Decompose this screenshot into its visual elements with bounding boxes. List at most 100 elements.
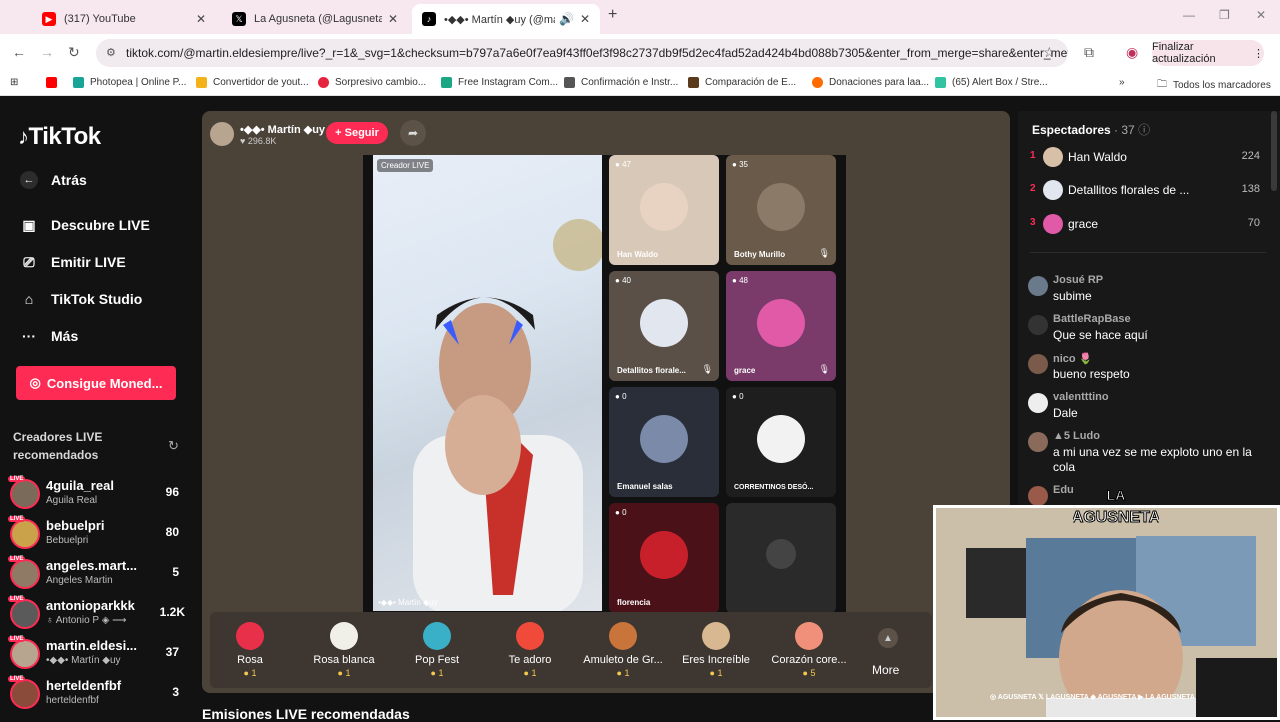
bookmark-youtube-icon[interactable]	[46, 77, 63, 88]
site-info-icon[interactable]: ⚙	[106, 46, 116, 59]
gift-item[interactable]: Pop Fest ● 1	[392, 622, 482, 678]
avatar[interactable]	[1028, 393, 1048, 413]
avatar[interactable]	[1028, 432, 1048, 452]
tab-youtube[interactable]: ▶ (317) YouTube ✕	[32, 4, 216, 34]
tab-tiktok[interactable]: ♪ •◆◆• Martín ◆uy (@mar 🔊 ✕	[412, 4, 600, 34]
top-viewer-row[interactable]: 3 grace 70	[1030, 212, 1266, 236]
empty-guest-slot[interactable]	[726, 503, 836, 613]
all-bookmarks-folder[interactable]: 🗀 Todos los marcadores	[1157, 77, 1271, 94]
gift-item[interactable]: Corazón core... ● 5	[764, 622, 854, 678]
bookmark-item[interactable]: (65) Alert Box / Stre...	[935, 77, 1048, 88]
bookmark-item[interactable]: Donaciones para laa...	[812, 77, 929, 88]
chat-username[interactable]: Josué RP	[1053, 274, 1103, 286]
bookmark-item[interactable]: Confirmación e Instr...	[564, 77, 678, 88]
bookmark-item[interactable]: Photopea | Online P...	[73, 77, 186, 88]
nav-back[interactable]: ← Atrás	[20, 167, 87, 193]
close-icon[interactable]: ✕	[388, 12, 398, 26]
cat-icon	[702, 622, 730, 650]
creator-item[interactable]: LIVE martin.eldesi... •◆◆• Martín ◆uy 37	[8, 636, 195, 672]
guest-tile[interactable]: ● 0 CORRENTINOS DESÓ...	[726, 387, 836, 497]
update-button[interactable]: Finalizar actualización ⋮	[1152, 40, 1264, 66]
nav-more[interactable]: ··· Más	[20, 323, 78, 349]
get-coins-button[interactable]: ◎ Consigue Moned...	[16, 366, 176, 400]
close-icon[interactable]: ✕	[196, 12, 206, 26]
top-viewer-row[interactable]: 1 Han Waldo 224	[1030, 145, 1266, 169]
avatar[interactable]	[1028, 315, 1048, 335]
reload-icon[interactable]: ↻	[68, 44, 80, 61]
guest-tile[interactable]: ● 35 Bothy Murillo 🎙	[726, 155, 836, 265]
viewer-count: 3	[172, 685, 179, 699]
guest-tile[interactable]: ● 48 grace 🎙	[726, 271, 836, 381]
minimize-icon[interactable]: —	[1183, 8, 1195, 22]
webcam-feed	[936, 508, 1277, 717]
avatar[interactable]	[1028, 276, 1048, 296]
follow-button[interactable]: + Seguir	[326, 122, 388, 144]
back-icon[interactable]: ←	[12, 44, 26, 60]
gift-price: ● 1	[337, 668, 351, 678]
gift-item[interactable]: Amuleto de Gr... ● 1	[578, 622, 668, 678]
logo-text: TikTok	[28, 123, 102, 150]
restore-icon[interactable]: ❐	[1219, 8, 1230, 22]
guest-tile[interactable]: ● 0 florencia	[609, 503, 719, 613]
gift-item[interactable]: Rosa blanca ● 1	[299, 622, 389, 678]
refresh-icon[interactable]: ↻	[168, 438, 179, 454]
guest-tile[interactable]: ● 40 Detallitos florale... 🎙	[609, 271, 719, 381]
chat-username[interactable]: valentttino	[1053, 391, 1109, 403]
extensions-icon[interactable]: ⧉	[1084, 44, 1094, 61]
nav-go-live[interactable]: ⎚ Emitir LIVE	[20, 249, 125, 275]
more-bookmarks-icon[interactable]: »	[1119, 77, 1125, 88]
gift-price: ● 1	[243, 668, 257, 678]
creator-item[interactable]: LIVE 4guila_real Aguila Real 96	[8, 476, 195, 512]
avatar[interactable]	[1028, 354, 1048, 374]
chat-username[interactable]: nico 🌷	[1053, 352, 1092, 365]
chat-username[interactable]: Edu	[1053, 484, 1074, 496]
tab-x[interactable]: 𝕏 La Agusneta (@Lagusneta) / X ✕	[222, 4, 408, 34]
more-dots-icon: ···	[22, 328, 36, 344]
creator-item[interactable]: LIVE angeles.mart... Angeles Martin 5	[8, 556, 195, 592]
gift-label: Rosa blanca	[313, 654, 375, 666]
bookmark-item[interactable]: Convertidor de yout...	[196, 77, 309, 88]
info-icon: ⓘ	[1138, 123, 1151, 137]
bookmark-item[interactable]: Comparación de E...	[688, 77, 796, 88]
profile-icon[interactable]: ◉	[1126, 44, 1138, 61]
bookmark-item[interactable]: Sorpresivo cambio...	[318, 77, 426, 88]
avatar[interactable]	[1028, 486, 1048, 506]
bookmark-item[interactable]: Free Instagram Com...	[441, 77, 558, 88]
host-info[interactable]: •◆◆• Martín ◆uy ♥ 296.8K	[210, 119, 325, 149]
host-video[interactable]	[373, 155, 602, 611]
creator-item[interactable]: LIVE bebuelpri Bebuelpri 80	[8, 516, 195, 552]
chat-username[interactable]: BattleRapBase	[1053, 313, 1131, 325]
live-badge: LIVE	[8, 676, 26, 682]
viewer-count: 37	[165, 645, 179, 659]
nav-discover-live[interactable]: ▣ Descubre LIVE	[20, 212, 149, 238]
guest-tile[interactable]: ● 0 Emanuel salas	[609, 387, 719, 497]
tiktok-logo[interactable]: ♪TikTok	[18, 123, 101, 151]
chat-username[interactable]: ▲5 Ludo	[1053, 430, 1100, 442]
top-viewer-row[interactable]: 2 Detallitos florales de ... 138	[1030, 178, 1266, 202]
viewer-name: Detallitos florales de ...	[1068, 183, 1190, 197]
url-field[interactable]: ⚙ tiktok.com/@martin.eldesiempre/live?_r…	[96, 39, 1068, 67]
creator-name: herteldenfbf	[46, 678, 122, 693]
chevron-up-icon[interactable]: ▲	[878, 628, 898, 648]
forward-icon[interactable]: →	[40, 44, 54, 60]
bookmark-star-icon[interactable]: ☆	[1043, 44, 1056, 61]
share-icon[interactable]: ➦	[400, 120, 426, 146]
creator-item[interactable]: LIVE herteldenfbf herteldenfbf 3	[8, 676, 195, 712]
new-tab-button[interactable]: +	[608, 6, 617, 24]
host-avatar[interactable]	[210, 122, 234, 146]
gift-item[interactable]: Rosa ● 1	[205, 622, 295, 678]
nav-tiktok-studio[interactable]: ⌂ TikTok Studio	[20, 286, 143, 312]
guest-tile[interactable]: ● 47 Han Waldo	[609, 155, 719, 265]
browser-tab-bar: ▶ (317) YouTube ✕ 𝕏 La Agusneta (@Lagusn…	[0, 0, 1280, 34]
guest-count: ● 0	[732, 392, 744, 401]
apps-grid-icon[interactable]: ⊞	[10, 77, 18, 88]
chat-scrollbar[interactable]	[1271, 111, 1277, 191]
creator-item[interactable]: LIVE antonioparkkk ♁ Antonio P ◈ ⟶ 1.2K	[8, 596, 195, 632]
more-gifts-button[interactable]: More	[872, 663, 899, 677]
close-icon[interactable]: ✕	[580, 12, 590, 26]
gift-item[interactable]: Te adoro ● 1	[485, 622, 575, 678]
close-window-icon[interactable]: ✕	[1256, 8, 1266, 22]
gift-item[interactable]: Eres Increíble ● 1	[671, 622, 761, 678]
live-badge: LIVE	[8, 556, 26, 562]
speaker-icon[interactable]: 🔊	[559, 12, 574, 26]
